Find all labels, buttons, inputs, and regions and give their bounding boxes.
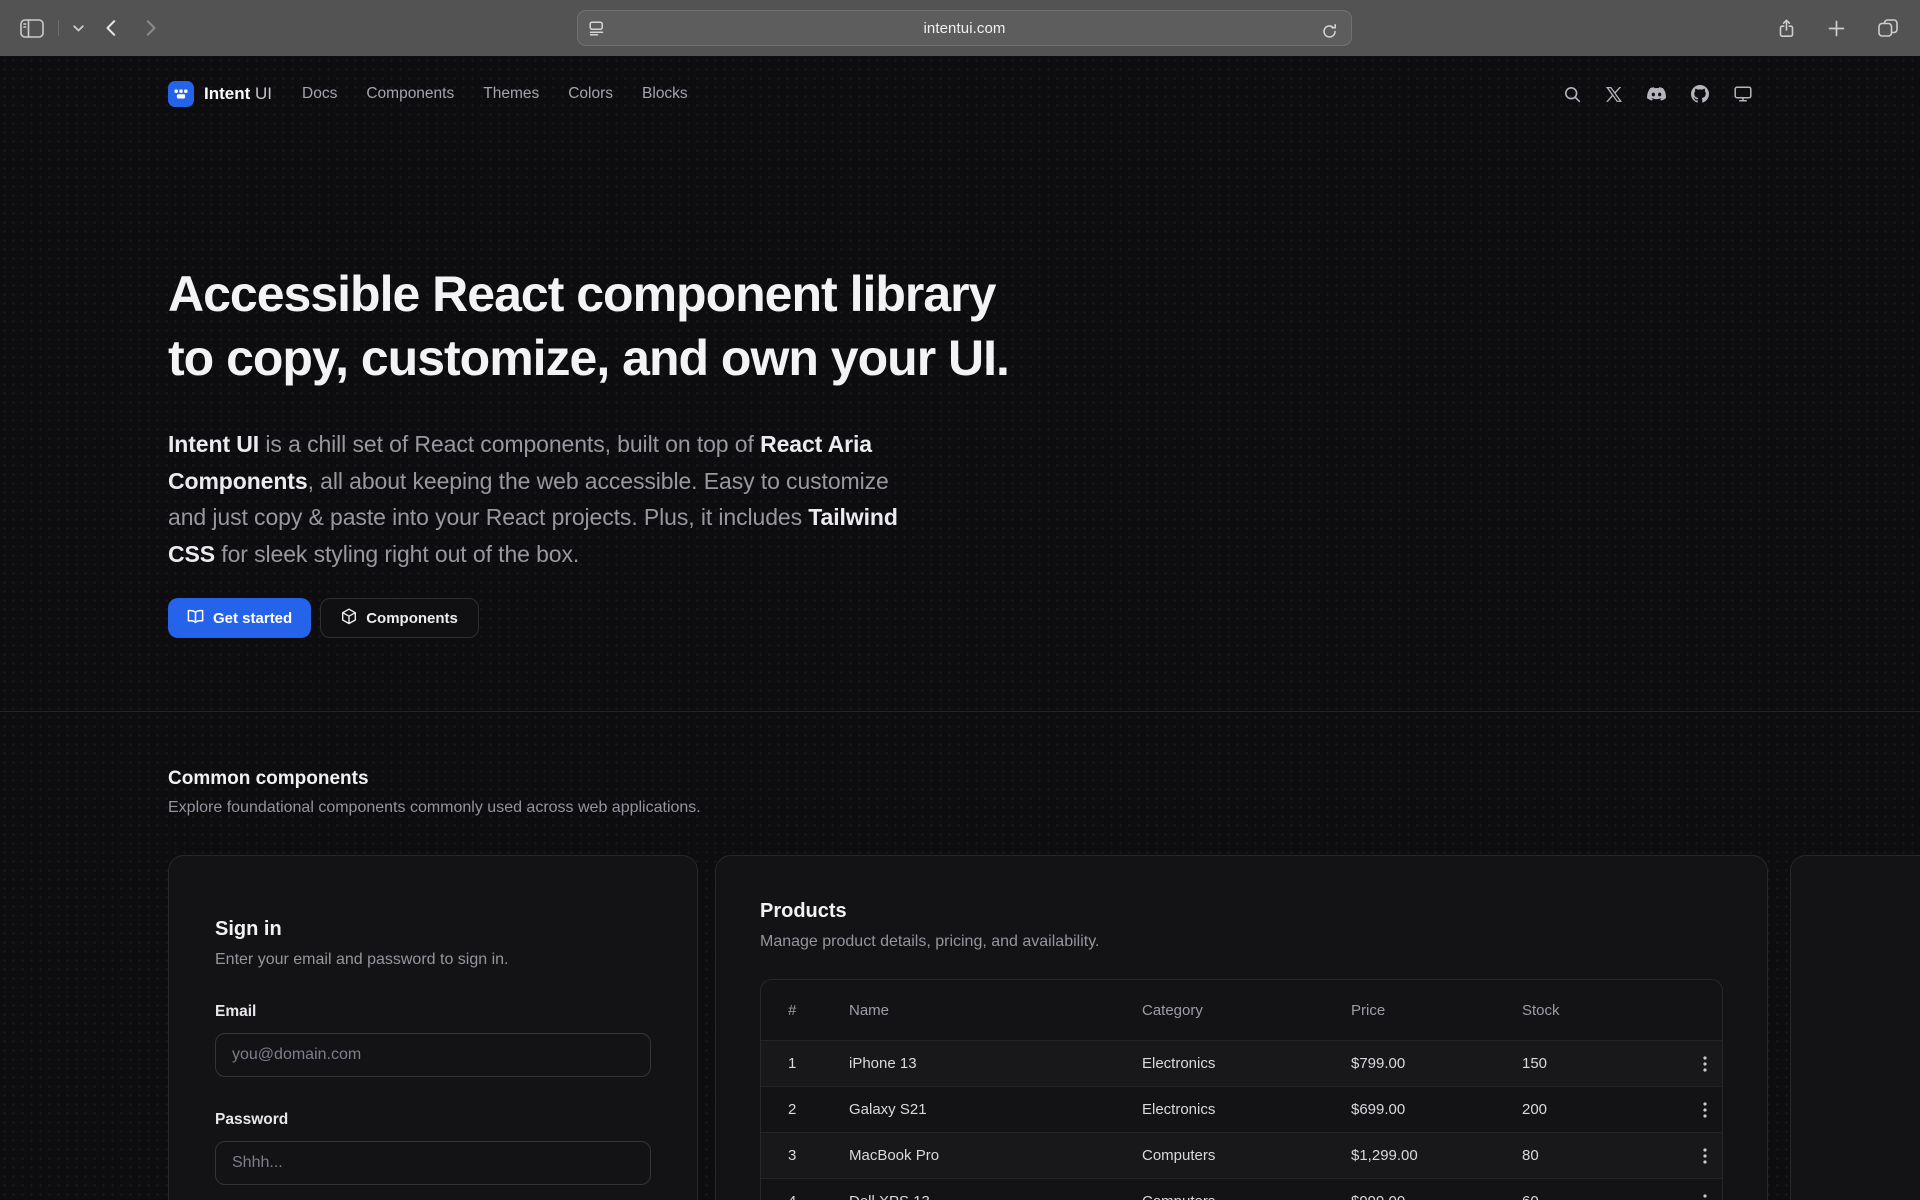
col-header-stock: Stock [1522,1002,1691,1019]
col-header-category: Category [1142,1002,1351,1019]
discord-icon[interactable] [1647,87,1666,102]
signin-card: Sign in Enter your email and password to… [168,855,698,1200]
address-bar[interactable]: intentui.com [577,10,1352,46]
products-table: # Name Category Price Stock 1 iPhone 13 … [760,979,1723,1200]
col-header-price: Price [1351,1002,1522,1019]
products-title: Products [760,900,1723,923]
nav-link-components[interactable]: Components [366,85,454,103]
ellipsis-vertical-icon[interactable] [1691,1096,1719,1124]
open-book-icon [187,609,204,628]
table-row: 3 MacBook Pro Computers $1,299.00 80 [761,1132,1722,1178]
table-row: 1 iPhone 13 Electronics $799.00 150 [761,1040,1722,1086]
col-header-name: Name [849,1002,1142,1019]
display-theme-icon[interactable] [1734,86,1752,102]
toolbar-divider [58,20,59,36]
reload-icon[interactable] [1317,19,1342,44]
nav-link-docs[interactable]: Docs [302,85,337,103]
search-icon[interactable] [1564,86,1581,103]
url-text: intentui.com [578,20,1351,37]
signin-subtitle: Enter your email and password to sign in… [215,951,651,969]
section-subtitle: Explore foundational components commonly… [168,799,1752,817]
password-field[interactable] [215,1141,651,1185]
get-started-button[interactable]: Get started [168,598,311,638]
nav-links: Docs Components Themes Colors Blocks [302,85,688,103]
ellipsis-vertical-icon[interactable] [1691,1188,1719,1200]
table-row: 2 Galaxy S21 Electronics $699.00 200 [761,1086,1722,1132]
table-header-row: # Name Category Price Stock [761,980,1722,1040]
back-icon[interactable] [102,16,120,40]
next-card-partial [1790,855,1920,1200]
browser-chrome: intentui.com [0,0,1920,56]
reader-icon[interactable] [589,21,604,36]
products-card: Products Manage product details, pricing… [715,855,1768,1200]
signin-title: Sign in [215,918,651,941]
new-tab-icon[interactable] [1824,16,1849,41]
section-divider [0,711,1920,712]
nav-link-blocks[interactable]: Blocks [642,85,688,103]
password-label: Password [215,1111,651,1129]
components-showcase-row: Sign in Enter your email and password to… [0,855,1920,1200]
share-icon[interactable] [1774,15,1799,42]
chevron-down-icon[interactable] [69,21,88,36]
nav-link-themes[interactable]: Themes [483,85,539,103]
webpage: Intent UI Docs Components Themes Colors … [0,56,1920,1200]
col-header-num: # [761,1002,849,1019]
hero-heading: Accessible React component library to co… [168,262,1752,390]
components-button[interactable]: Components [320,598,479,638]
products-subtitle: Manage product details, pricing, and ava… [760,933,1723,951]
email-field[interactable] [215,1033,651,1077]
cube-icon [341,608,357,629]
ellipsis-vertical-icon[interactable] [1691,1050,1719,1078]
hero-paragraph: Intent UI is a chill set of React compon… [168,426,920,572]
ellipsis-vertical-icon[interactable] [1691,1142,1719,1170]
sidebar-toggle-icon[interactable] [16,15,48,42]
email-label: Email [215,1003,651,1021]
github-icon[interactable] [1691,85,1709,103]
brand-name[interactable]: Intent UI [204,84,272,104]
intent-ui-logo[interactable] [168,81,194,107]
table-row: 4 Dell XPS 13 Computers $999.00 60 [761,1178,1722,1200]
section-title: Common components [168,768,1752,790]
nav-link-colors[interactable]: Colors [568,85,613,103]
tabs-overview-icon[interactable] [1874,15,1902,41]
forward-icon[interactable] [142,16,160,40]
x-twitter-icon[interactable] [1606,87,1622,102]
site-navbar: Intent UI Docs Components Themes Colors … [168,74,1752,114]
